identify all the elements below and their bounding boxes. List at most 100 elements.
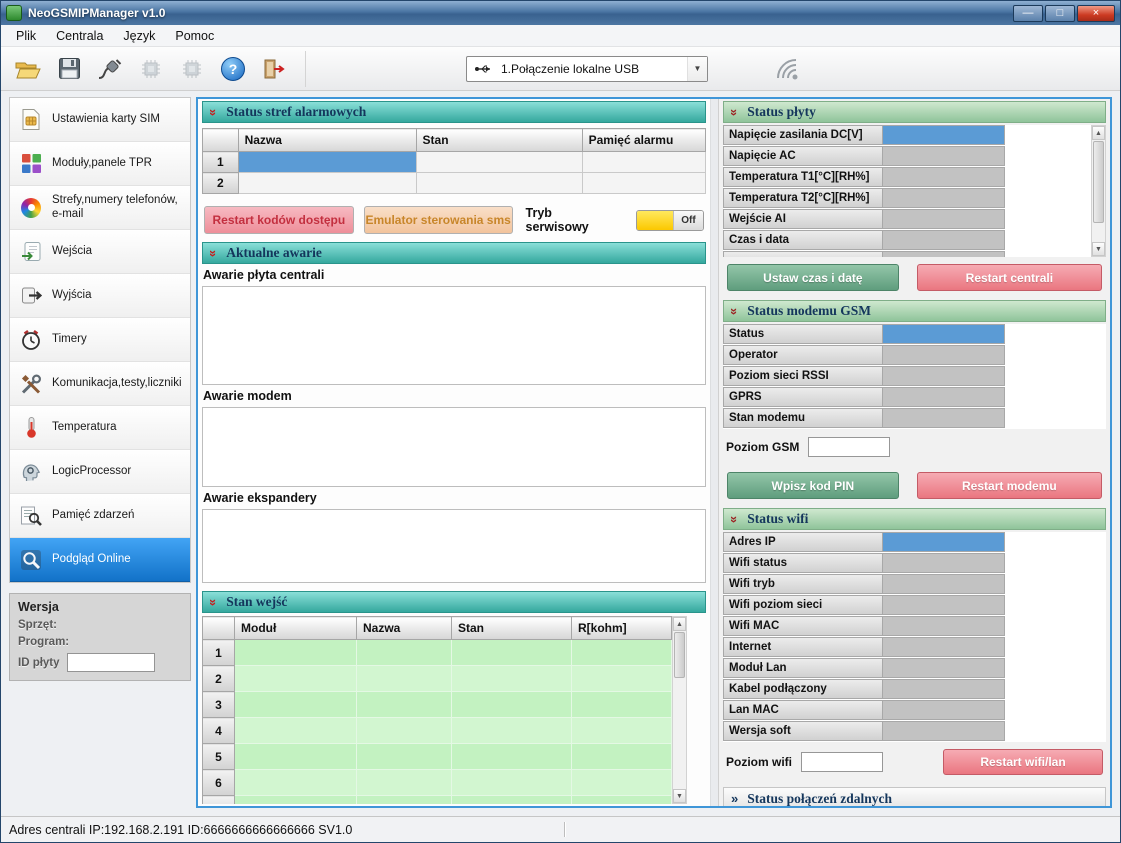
input-cell[interactable] [235, 666, 357, 692]
open-button[interactable] [11, 53, 45, 85]
input-cell[interactable] [357, 692, 452, 718]
scrollbar-thumb[interactable] [1093, 141, 1104, 223]
input-row[interactable]: 3 [203, 692, 672, 718]
scroll-up-icon[interactable]: ▲ [1092, 126, 1105, 140]
panel-splitter[interactable] [710, 99, 718, 806]
sidebar-item-logicprocessor[interactable]: LogicProcessor [10, 450, 190, 494]
input-cell[interactable] [357, 770, 452, 796]
gsm-status-header[interactable]: » Status modemu GSM [723, 300, 1106, 322]
maximize-button[interactable]: □ [1045, 5, 1075, 22]
input-cell[interactable] [357, 640, 452, 666]
input-cell[interactable] [452, 692, 572, 718]
restart-codes-button[interactable]: Restart kodów dostępu [204, 206, 354, 234]
input-cell[interactable] [235, 692, 357, 718]
menu-item-0[interactable]: Plik [7, 27, 45, 45]
close-button[interactable]: × [1077, 5, 1115, 22]
connect-button[interactable] [93, 53, 127, 85]
menu-item-3[interactable]: Pomoc [166, 27, 223, 45]
wifi-status-header[interactable]: » Status wifi [723, 508, 1106, 530]
input-cell[interactable] [452, 744, 572, 770]
alarm-cell[interactable] [238, 173, 416, 194]
input-cell[interactable] [357, 718, 452, 744]
sidebar-item-online[interactable]: Podgląd Online [10, 538, 190, 582]
input-cell[interactable] [572, 796, 672, 805]
input-cell[interactable] [452, 718, 572, 744]
input-cell[interactable] [235, 718, 357, 744]
input-cell[interactable] [357, 796, 452, 805]
gsm-level-input[interactable] [808, 437, 890, 457]
inputs-state-header[interactable]: » Stan wejść [202, 591, 706, 613]
input-row[interactable]: 6 [203, 770, 672, 796]
input-cell[interactable] [572, 666, 672, 692]
title-bar[interactable]: NeoGSMIPManager v1.0 — □ × [1, 1, 1120, 25]
input-cell[interactable] [572, 770, 672, 796]
input-row[interactable]: 7 [203, 796, 672, 805]
input-cell[interactable] [235, 796, 357, 805]
alarm-cell[interactable] [238, 152, 416, 173]
restart-modem-button[interactable]: Restart modemu [917, 472, 1102, 499]
scrollbar-thumb[interactable] [674, 632, 685, 678]
save-button[interactable] [52, 53, 86, 85]
alarm-zone-row[interactable]: 1 [203, 152, 706, 173]
input-cell[interactable] [452, 796, 572, 805]
dropdown-arrow-icon[interactable]: ▼ [687, 57, 707, 81]
scroll-down-icon[interactable]: ▼ [1092, 242, 1105, 256]
input-row[interactable]: 5 [203, 744, 672, 770]
inputs-scrollbar[interactable]: ▲ ▼ [672, 616, 687, 804]
input-row[interactable]: 4 [203, 718, 672, 744]
column-header[interactable]: R[kohm] [572, 617, 672, 640]
enter-pin-button[interactable]: Wpisz kod PIN [727, 472, 899, 499]
input-cell[interactable] [572, 718, 672, 744]
input-cell[interactable] [572, 744, 672, 770]
wifi-level-input[interactable] [801, 752, 883, 772]
sidebar-item-inputs[interactable]: Wejścia [10, 230, 190, 274]
alarm-cell[interactable] [582, 173, 705, 194]
alarm-cell[interactable] [416, 152, 582, 173]
help-button[interactable]: ? [216, 53, 250, 85]
sidebar-item-events[interactable]: Pamięć zdarzeń [10, 494, 190, 538]
minimize-button[interactable]: — [1013, 5, 1043, 22]
input-row[interactable]: 1 [203, 640, 672, 666]
sidebar-item-temperature[interactable]: Temperatura [10, 406, 190, 450]
column-header[interactable]: Stan [416, 129, 582, 152]
column-header[interactable]: Nazwa [238, 129, 416, 152]
restart-central-button[interactable]: Restart centrali [917, 264, 1102, 291]
restart-wifi-button[interactable]: Restart wifi/lan [943, 749, 1103, 775]
column-header[interactable]: Nazwa [357, 617, 452, 640]
connection-select[interactable]: 1.Połączenie lokalne USB ▼ [466, 56, 708, 82]
input-cell[interactable] [357, 666, 452, 692]
service-mode-toggle[interactable]: Off [636, 210, 704, 231]
sms-emulator-button[interactable]: Emulator sterowania sms [364, 206, 513, 234]
sidebar-item-outputs[interactable]: Wyjścia [10, 274, 190, 318]
alarm-zone-row[interactable]: 2 [203, 173, 706, 194]
input-cell[interactable] [235, 744, 357, 770]
input-cell[interactable] [572, 692, 672, 718]
board-status-header[interactable]: » Status płyty [723, 101, 1106, 123]
column-header[interactable]: Pamięć alarmu [582, 129, 705, 152]
alarm-cell[interactable] [416, 173, 582, 194]
exit-button[interactable] [257, 53, 291, 85]
input-row[interactable]: 2 [203, 666, 672, 692]
sidebar-item-sim[interactable]: Ustawienia karty SIM [10, 98, 190, 142]
input-cell[interactable] [452, 666, 572, 692]
input-cell[interactable] [235, 770, 357, 796]
sidebar-item-timers[interactable]: Timery [10, 318, 190, 362]
menu-item-2[interactable]: Język [114, 27, 164, 45]
alarm-cell[interactable] [582, 152, 705, 173]
alarm-zones-header[interactable]: » Status stref alarmowych [202, 101, 706, 123]
input-cell[interactable] [357, 744, 452, 770]
input-cell[interactable] [572, 640, 672, 666]
faults-header[interactable]: » Aktualne awarie [202, 242, 706, 264]
set-time-button[interactable]: Ustaw czas i datę [727, 264, 899, 291]
input-cell[interactable] [235, 640, 357, 666]
scroll-up-icon[interactable]: ▲ [673, 617, 686, 631]
input-cell[interactable] [452, 770, 572, 796]
sidebar-item-zones[interactable]: Strefy,numery telefonów, e-mail [10, 186, 190, 230]
input-cell[interactable] [452, 640, 572, 666]
board-scrollbar[interactable]: ▲ ▼ [1091, 125, 1106, 257]
column-header[interactable]: Moduł [235, 617, 357, 640]
sidebar-item-modules[interactable]: Moduły,panele TPR [10, 142, 190, 186]
column-header[interactable]: Stan [452, 617, 572, 640]
remote-status-header[interactable]: » Status połączeń zdalnych [723, 787, 1106, 806]
board-id-input[interactable] [67, 653, 155, 672]
